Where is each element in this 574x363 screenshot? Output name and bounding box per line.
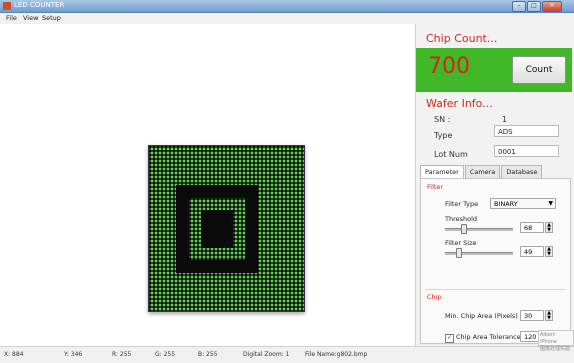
filter-type-value: BINARY [494,200,518,208]
window-controls: – □ ✕ [512,1,562,12]
status-x: X: 884 [4,351,24,358]
tab-camera[interactable]: Camera [464,165,501,178]
chevron-down-icon: ▼ [548,200,553,207]
filter-size-slider-thumb[interactable] [455,248,462,258]
tab-parameter[interactable]: Parameter [420,165,464,178]
min-chip-area-input[interactable]: 30 [520,310,544,321]
wafer-info-title: Wafer Info... [426,97,493,110]
minimize-button[interactable]: – [512,1,526,12]
threshold-slider-track[interactable] [445,228,513,231]
threshold-label: Threshold [445,215,478,223]
tolerance-checkbox[interactable]: ✓ [445,334,454,343]
chip-core [201,210,233,248]
count-button[interactable]: Count [512,56,566,84]
watermark: Albert iPhone 图像处理实验 [538,330,574,352]
status-y: Y: 346 [64,351,83,358]
filter-size-spinner[interactable]: ▲ ▼ [545,246,553,257]
filter-size-input[interactable]: 49 [520,246,544,257]
threshold-spinner[interactable]: ▲ ▼ [545,222,553,233]
sn-label: SN : [434,115,451,124]
status-g: G: 255 [155,351,176,358]
status-zoom: Digital Zoom: 1 [243,351,290,358]
threshold-slider-thumb[interactable] [461,224,468,234]
parameter-panel: Filter Filter Type BINARY ▼ Threshold 68… [420,178,571,344]
status-bar: X: 884 Y: 346 R: 255 G: 255 B: 255 Digit… [0,346,574,363]
led-chip-image [148,145,305,312]
chip-group-title: Chip [427,293,442,301]
filter-size-label: Filter Size [445,239,477,247]
lot-num-field[interactable]: 0001 [494,145,559,157]
type-label: Type [434,131,453,140]
menu-file[interactable]: File [6,13,17,24]
min-chip-area-spinner[interactable]: ▲ ▼ [545,310,553,321]
status-r: R: 255 [112,351,132,358]
lot-num-label: Lot Num [434,150,468,159]
count-display: 700 Count [416,48,572,92]
maximize-button[interactable]: □ [527,1,541,12]
status-file-name: File Name:g802.bmp [305,351,368,358]
threshold-input[interactable]: 68 [520,222,544,233]
app-icon [3,2,11,10]
group-divider [425,289,566,290]
window-title: LED COUNTER [14,1,65,9]
tab-database[interactable]: Database [501,165,543,178]
filter-group-title: Filter [427,183,444,191]
menu-setup[interactable]: Setup [42,13,61,24]
menu-view[interactable]: View [23,13,38,24]
filter-type-label: Filter Type [445,200,479,208]
sn-value: 1 [502,115,508,124]
filter-type-select[interactable]: BINARY ▼ [490,198,556,209]
chip-count-value: 700 [428,54,470,79]
title-bar: LED COUNTER – □ ✕ [0,0,574,13]
chip-count-title: Chip Count... [426,32,498,45]
close-button[interactable]: ✕ [542,1,562,12]
control-panel: Chip Count... 700 Count Wafer Info... SN… [415,24,574,346]
image-canvas[interactable] [0,24,415,346]
watermark-line-1: Albert iPhone [540,332,557,345]
settings-tabs: Parameter Camera Database [420,165,543,178]
watermark-line-2: 图像处理实验 [540,346,571,352]
status-b: B: 255 [198,351,218,358]
type-field[interactable]: ADS [494,125,559,137]
min-chip-area-label: Min. Chip Area (Pixels) [445,312,518,320]
